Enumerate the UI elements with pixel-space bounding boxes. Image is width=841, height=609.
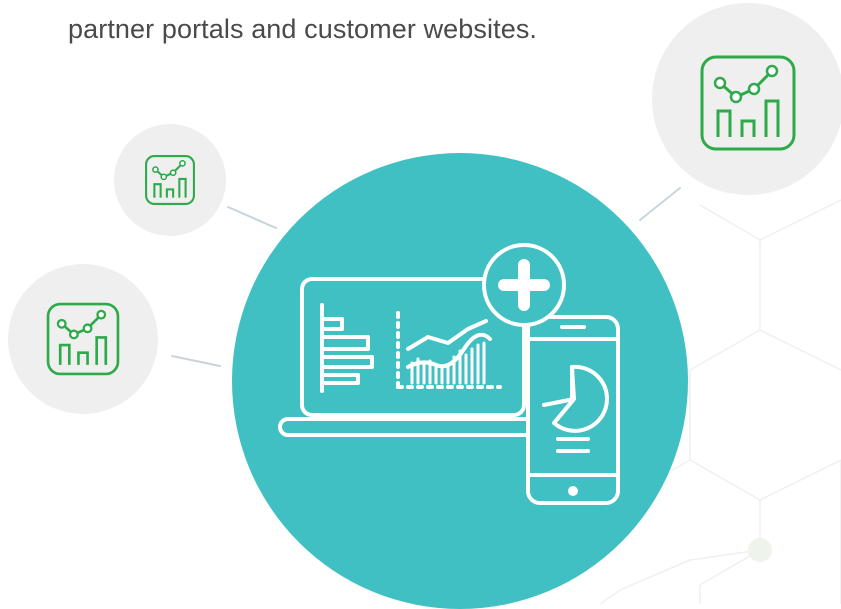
analytics-chart-icon — [46, 302, 120, 376]
device-illustration — [232, 153, 688, 609]
satellite-small — [114, 124, 226, 236]
satellite-medium — [8, 264, 158, 414]
smartphone-pie-chart-icon — [526, 315, 620, 505]
analytics-chart-icon — [700, 55, 796, 151]
central-hub-circle — [232, 153, 688, 609]
plus-badge-icon — [482, 243, 566, 327]
analytics-chart-icon — [145, 155, 195, 205]
caption-text: partner portals and customer websites. — [68, 14, 538, 44]
